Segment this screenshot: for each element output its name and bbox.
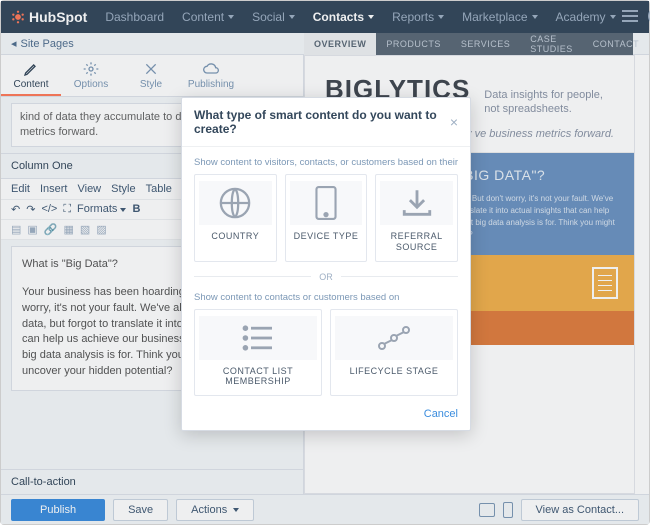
card-lifecycle-stage[interactable]: LIFECYCLE STAGE — [330, 309, 458, 397]
card-device-type[interactable]: DEVICE TYPE — [285, 174, 368, 262]
card-contact-list[interactable]: CONTACT LIST MEMBERSHIP — [194, 309, 322, 397]
modal-hint-contacts: Show content to contacts or customers ba… — [194, 292, 458, 303]
or-divider: OR — [194, 272, 458, 282]
globe-icon — [199, 181, 272, 225]
cancel-link[interactable]: Cancel — [424, 408, 458, 420]
card-country[interactable]: COUNTRY — [194, 174, 277, 262]
card-referral-source[interactable]: REFERRAL SOURCE — [375, 174, 458, 262]
lifecycle-icon — [335, 316, 453, 360]
download-tray-icon — [380, 181, 453, 225]
close-icon[interactable]: × — [450, 114, 458, 130]
modal-hint-visitors: Show content to visitors, contacts, or c… — [194, 157, 458, 168]
list-icon — [199, 316, 317, 360]
smart-content-modal: What type of smart content do you want t… — [181, 97, 471, 431]
device-icon — [290, 181, 363, 225]
modal-title: What type of smart content do you want t… — [194, 108, 450, 136]
